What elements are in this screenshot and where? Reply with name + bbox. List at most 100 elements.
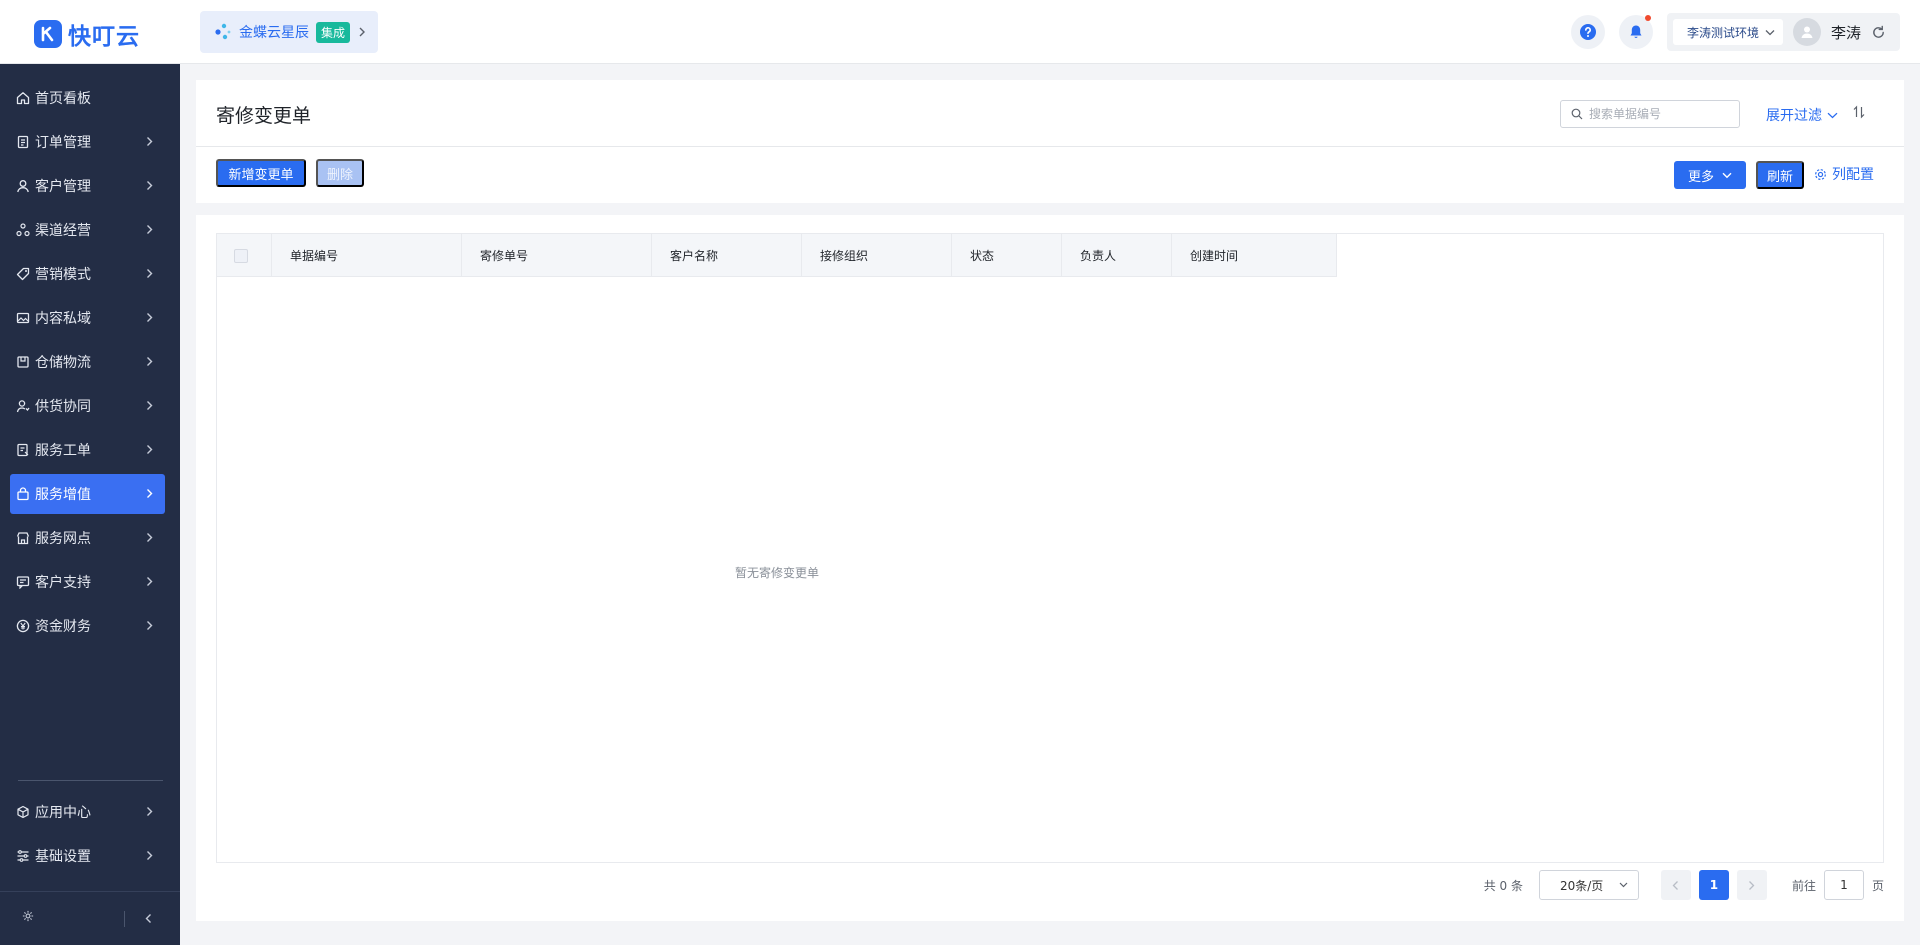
- support-icon: [16, 576, 30, 589]
- sidebar-item-work-orders[interactable]: 服务工单: [10, 430, 165, 470]
- search-box[interactable]: [1560, 100, 1740, 128]
- chevron-right-icon: [147, 137, 153, 146]
- home-icon: [16, 92, 30, 105]
- order-icon: [17, 135, 29, 149]
- column-config-label: 列配置: [1832, 167, 1874, 183]
- table-card: 单据编号 寄修单号 客户名称 接修组织 状态 负责人 创建时间 暂无寄修变更单 …: [196, 215, 1904, 921]
- chevron-right-icon: [147, 313, 153, 322]
- sidebar-item-dashboard[interactable]: 首页看板: [10, 78, 165, 118]
- sidebar-item-warehouse[interactable]: 仓储物流: [10, 342, 165, 382]
- sidebar-item-orders[interactable]: 订单管理: [10, 122, 165, 162]
- page-size-select[interactable]: 20条/页: [1538, 870, 1639, 900]
- box-icon: [17, 356, 29, 368]
- column-config-button[interactable]: 列配置: [1814, 164, 1874, 184]
- app-logo[interactable]: 快叮云: [34, 17, 140, 51]
- top-bar: 快叮云 金蝶云星辰 集成 李涛测试环境 李涛: [0, 0, 1920, 64]
- sidebar-item-label: 内容私域: [35, 311, 91, 327]
- sidebar-item-label: 应用中心: [35, 805, 91, 821]
- goto-page-input[interactable]: [1823, 870, 1864, 900]
- app-switcher[interactable]: 金蝶云星辰 集成: [200, 11, 378, 53]
- avatar[interactable]: [1792, 18, 1821, 46]
- expand-filter-label: 展开过滤: [1766, 108, 1822, 124]
- search-input[interactable]: [1589, 107, 1729, 121]
- logo-text: 快叮云: [68, 24, 140, 50]
- add-change-order-button[interactable]: 新增变更单: [216, 159, 306, 187]
- supplier-icon: [16, 400, 30, 413]
- sidebar-item-label: 服务网点: [35, 531, 91, 547]
- pagination: 共 0 条 20条/页 1 前往 页: [1484, 870, 1884, 900]
- sidebar-item-label: 营销模式: [35, 267, 91, 283]
- sidebar-item-supply[interactable]: 供货协同: [10, 386, 165, 426]
- collapse-sidebar-icon[interactable]: [145, 913, 152, 924]
- delete-button[interactable]: 删除: [316, 159, 364, 187]
- notification-dot: [1644, 15, 1651, 21]
- notifications-button[interactable]: [1618, 15, 1653, 49]
- chevron-right-icon: [147, 621, 153, 630]
- chevron-right-icon: [147, 577, 153, 586]
- sidebar-item-label: 资金财务: [35, 619, 91, 635]
- bag-icon: [17, 487, 29, 501]
- page-number[interactable]: 1: [1698, 870, 1729, 900]
- chevron-right-icon: [147, 807, 153, 816]
- refresh-button[interactable]: 刷新: [1756, 161, 1804, 189]
- username[interactable]: 李涛: [1831, 22, 1861, 43]
- sidebar-item-label: 订单管理: [35, 135, 91, 151]
- gear-icon[interactable]: [22, 910, 34, 922]
- column-header[interactable]: 客户名称: [652, 234, 802, 277]
- sidebar-item-content[interactable]: 内容私域: [10, 298, 165, 338]
- sidebar-item-customers[interactable]: 客户管理: [10, 166, 165, 206]
- logo-icon: [34, 20, 62, 48]
- help-icon: [1579, 24, 1596, 40]
- sidebar-item-label: 客户支持: [35, 575, 91, 591]
- chevron-right-icon: [359, 27, 366, 37]
- more-button[interactable]: 更多: [1674, 161, 1746, 189]
- column-header[interactable]: 创建时间: [1172, 234, 1337, 277]
- help-button[interactable]: [1570, 15, 1605, 49]
- page-title: 寄修变更单: [216, 105, 312, 127]
- column-header[interactable]: 寄修单号: [462, 234, 652, 277]
- column-header[interactable]: 单据编号: [272, 234, 462, 277]
- sidebar-item-app-center[interactable]: 应用中心: [10, 792, 165, 832]
- chevron-right-icon: [147, 533, 153, 542]
- select-all-checkbox[interactable]: [234, 248, 248, 263]
- total-count: 共 0 条: [1483, 878, 1523, 893]
- goto-prefix: 前往: [1791, 878, 1816, 893]
- sidebar-footer: [0, 891, 180, 945]
- sidebar-item-basic-settings[interactable]: 基础设置: [10, 836, 165, 876]
- sidebar-item-label: 首页看板: [35, 91, 91, 107]
- sidebar-item-label: 基础设置: [35, 849, 91, 865]
- header-divider: [196, 146, 1904, 147]
- chevron-down-icon: [1722, 172, 1732, 178]
- next-page-button[interactable]: [1736, 870, 1767, 900]
- sidebar-item-marketing[interactable]: 营销模式: [10, 254, 165, 294]
- sidebar-item-label: 供货协同: [35, 399, 91, 415]
- more-button-label: 更多: [1687, 169, 1714, 185]
- column-header[interactable]: 负责人: [1062, 234, 1172, 277]
- store-icon: [16, 532, 30, 545]
- sidebar-item-value-added[interactable]: 服务增值: [10, 474, 165, 514]
- image-icon: [16, 312, 30, 324]
- integration-badge: 集成: [316, 21, 351, 43]
- footer-separator: [124, 911, 125, 927]
- column-header[interactable]: 接修组织: [802, 234, 952, 277]
- expand-filter-button[interactable]: 展开过滤: [1766, 105, 1838, 125]
- refresh-icon[interactable]: [1871, 25, 1886, 40]
- sidebar-item-finance[interactable]: 资金财务: [10, 606, 165, 646]
- sidebar-item-label: 仓储物流: [35, 355, 91, 371]
- sidebar-item-label: 服务工单: [35, 443, 91, 459]
- prev-page-button[interactable]: [1660, 870, 1691, 900]
- sidebar-item-channels[interactable]: 渠道经营: [10, 210, 165, 250]
- environment-select[interactable]: 李涛测试环境: [1672, 19, 1783, 45]
- search-icon: [1571, 108, 1583, 120]
- sidebar-item-support[interactable]: 客户支持: [10, 562, 165, 602]
- sidebar-item-service-points[interactable]: 服务网点: [10, 518, 165, 558]
- sort-icon[interactable]: [1852, 105, 1866, 119]
- ticket-icon: [17, 443, 29, 457]
- cube-icon: [17, 805, 29, 819]
- chevron-right-icon: [147, 401, 153, 410]
- kingdee-icon: [215, 23, 231, 40]
- tag-icon: [16, 267, 30, 281]
- column-header[interactable]: 状态: [952, 234, 1062, 277]
- data-table: 单据编号 寄修单号 客户名称 接修组织 状态 负责人 创建时间 暂无寄修变更单: [216, 233, 1884, 863]
- chevron-right-icon: [147, 851, 153, 860]
